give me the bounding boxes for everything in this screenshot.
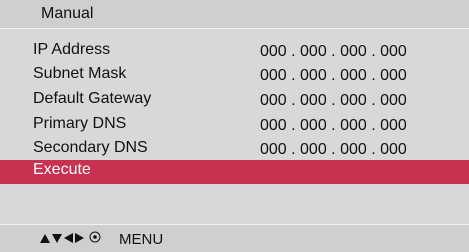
title-bar: Manual <box>0 0 469 28</box>
setting-label: Default Gateway <box>33 90 152 107</box>
down-arrow-icon <box>52 230 62 248</box>
navigation-hint <box>40 230 101 248</box>
up-arrow-icon <box>40 230 50 248</box>
right-arrow-icon <box>75 230 84 248</box>
execute-label: Execute <box>33 161 91 178</box>
menu-hint-label: MENU <box>119 231 164 248</box>
menu-title: Manual <box>41 5 94 22</box>
network-settings-menu: Manual IP Address 000 . 000 . 000 . 000 … <box>0 0 469 252</box>
ip-address-value[interactable]: 000 . 000 . 000 . 000 <box>260 43 407 61</box>
settings-panel: IP Address 000 . 000 . 000 . 000 Subnet … <box>0 29 469 224</box>
setting-row-default-gateway[interactable]: Default Gateway 000 . 000 . 000 . 000 <box>0 89 469 113</box>
secondary-dns-value[interactable]: 000 . 000 . 000 . 000 <box>260 141 407 159</box>
setting-row-subnet-mask[interactable]: Subnet Mask 000 . 000 . 000 . 000 <box>0 64 469 88</box>
footer-hint-bar: MENU <box>0 225 469 252</box>
setting-row-secondary-dns[interactable]: Secondary DNS 000 . 000 . 000 . 000 <box>0 138 469 162</box>
default-gateway-value[interactable]: 000 . 000 . 000 . 000 <box>260 92 407 110</box>
setting-row-primary-dns[interactable]: Primary DNS 000 . 000 . 000 . 000 <box>0 114 469 138</box>
setting-label: IP Address <box>33 41 111 58</box>
subnet-mask-value[interactable]: 000 . 000 . 000 . 000 <box>260 67 407 85</box>
setting-label: Subnet Mask <box>33 65 127 82</box>
enter-button-icon <box>89 230 101 248</box>
execute-button[interactable]: Execute <box>0 160 469 184</box>
setting-row-ip-address[interactable]: IP Address 000 . 000 . 000 . 000 <box>0 40 469 64</box>
setting-label: Secondary DNS <box>33 139 148 156</box>
primary-dns-value[interactable]: 000 . 000 . 000 . 000 <box>260 117 407 135</box>
setting-label: Primary DNS <box>33 115 127 132</box>
left-arrow-icon <box>64 230 73 248</box>
